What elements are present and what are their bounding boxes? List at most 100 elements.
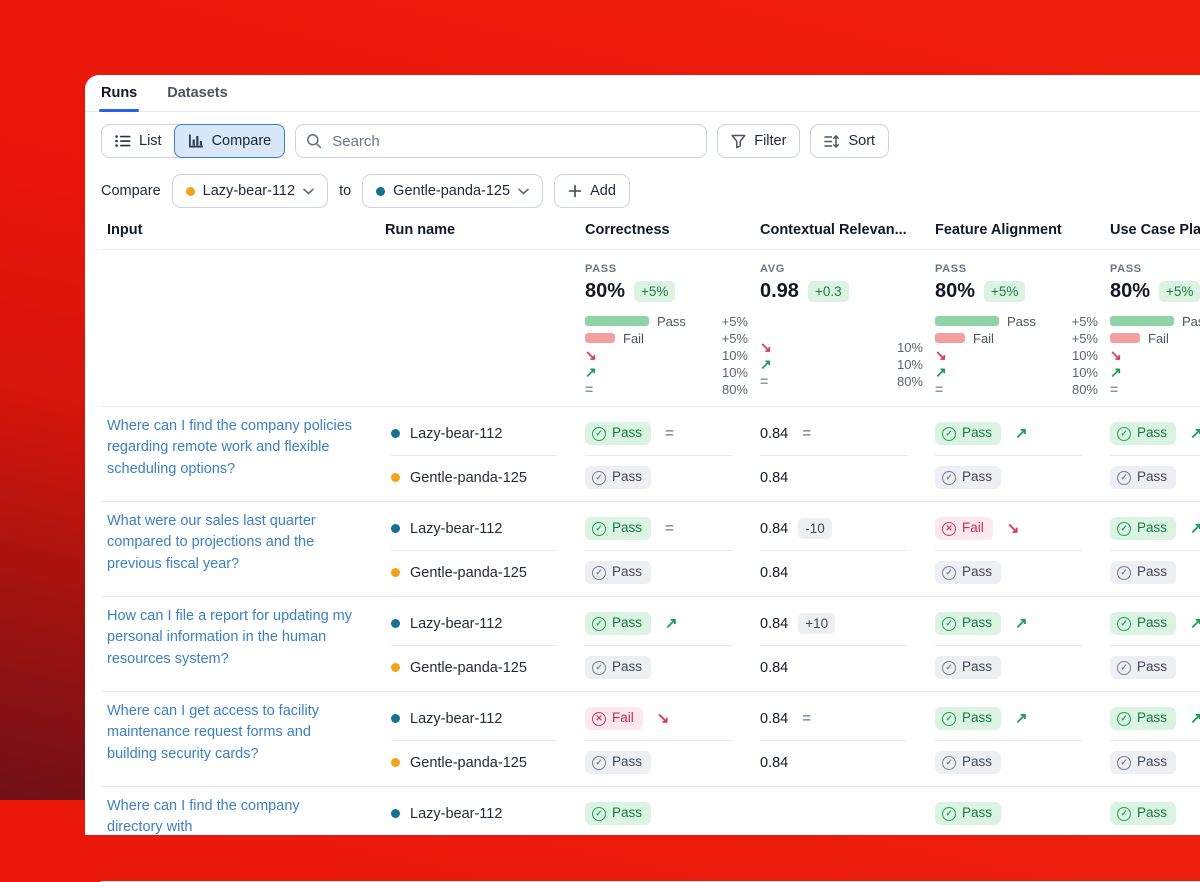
pass-badge: Pass: [935, 707, 1001, 730]
run-name-cell: Lazy-bear-112 Gentle-panda-125: [385, 407, 585, 501]
trend-up-icon: [1190, 711, 1200, 726]
metric-value: 0.98: [760, 280, 799, 303]
pass-badge: Pass: [935, 466, 1001, 489]
check-circle-icon: [1117, 807, 1131, 821]
pass-badge: Pass: [1110, 751, 1176, 774]
compare-view-label: Compare: [212, 133, 272, 149]
pass-badge: Pass: [1110, 612, 1176, 635]
sort-label: Sort: [848, 133, 875, 149]
input-question-link[interactable]: Where can I find the company policies re…: [107, 416, 359, 480]
chevron-down-icon: [303, 188, 314, 195]
trend-up-icon: [1190, 616, 1200, 631]
pass-badge: Pass: [1110, 707, 1176, 730]
summary-feature-alignment: PASS 80% +5% Pass+5% Fail+5% 10% 10% 80%: [935, 263, 1110, 396]
pass-badge: Pass: [935, 802, 1001, 825]
fail-badge: Fail: [585, 707, 643, 730]
check-circle-icon: [1117, 427, 1131, 441]
correctness-cell: Pass Pass: [585, 597, 760, 691]
pass-badge: Pass: [935, 612, 1001, 635]
sort-icon: [824, 134, 840, 149]
pass-badge: Pass: [585, 802, 651, 825]
pass-badge: Pass: [935, 561, 1001, 584]
column-header-run-name: Run name: [385, 222, 585, 238]
metric-delta-badge: +5%: [1159, 281, 1200, 303]
pass-badge: Pass: [585, 612, 651, 635]
tab-runs[interactable]: Runs: [101, 85, 137, 111]
run-color-dot: [391, 809, 400, 818]
column-header-use-case: Use Case Plan: [1110, 222, 1200, 238]
list-view-button[interactable]: List: [102, 125, 175, 157]
pass-badge: Pass: [585, 751, 651, 774]
sort-button[interactable]: Sort: [810, 124, 889, 158]
runs-panel: Runs Datasets List Compare: [85, 75, 1200, 835]
check-circle-icon: [592, 427, 606, 441]
check-circle-icon: [942, 661, 956, 675]
comparison-run-select[interactable]: Gentle-panda-125: [362, 174, 543, 208]
filter-button[interactable]: Filter: [717, 124, 800, 158]
trend-up-icon: [1190, 521, 1200, 536]
metric-label: AVG: [760, 263, 922, 275]
input-question-link[interactable]: Where can I get access to facility maint…: [107, 701, 359, 765]
baseline-run-select[interactable]: Lazy-bear-112: [172, 174, 328, 208]
add-run-button[interactable]: Add: [554, 174, 630, 208]
trend-down-icon: [1007, 521, 1020, 536]
metric-label: PASS: [585, 263, 747, 275]
list-icon: [115, 134, 131, 148]
run-color-dot: [391, 714, 400, 723]
filter-icon: [731, 134, 746, 149]
run-color-dot: [186, 187, 195, 196]
feature-alignment-cell: Pass: [935, 787, 1110, 881]
metric-label: PASS: [1110, 263, 1200, 275]
to-label: to: [339, 183, 351, 199]
fail-badge: Fail: [935, 517, 993, 540]
run-color-dot: [391, 619, 400, 628]
delta-badge: -10: [798, 518, 832, 540]
tab-bar: Runs Datasets: [85, 75, 1200, 112]
equal-icon: [665, 426, 674, 441]
search-input[interactable]: [295, 124, 707, 158]
pass-bar-icon: [935, 316, 999, 326]
pass-badge: Pass: [1110, 561, 1176, 584]
run-color-dot: [376, 187, 385, 196]
pass-badge: Pass: [935, 656, 1001, 679]
metric-delta-badge: +5%: [634, 281, 675, 303]
pass-badge: Pass: [585, 517, 651, 540]
check-circle-icon: [592, 471, 606, 485]
use-case-cell: Pass Pass: [1110, 692, 1200, 786]
check-circle-icon: [1117, 522, 1131, 536]
correctness-cell: Pass Pass: [585, 407, 760, 501]
correctness-cell: Pass Pass: [585, 502, 760, 596]
check-circle-icon: [1117, 566, 1131, 580]
equal-icon: [802, 711, 811, 726]
trend-up-icon: [1190, 426, 1200, 441]
metric-legend: Pass+5% Fail+5% 10% 10% 80%: [935, 314, 1098, 396]
trend-up-icon: [1015, 711, 1028, 726]
run-color-dot: [391, 524, 400, 533]
trend-up-icon: [935, 365, 947, 379]
contextual-relevance-cell: 0.84-10 0.84: [760, 502, 935, 596]
metric-value: 80%: [1110, 280, 1150, 303]
equal-icon: [802, 426, 811, 441]
trend-down-icon: [585, 348, 597, 362]
check-circle-icon: [1117, 661, 1131, 675]
view-toggle: List Compare: [101, 124, 285, 158]
x-circle-icon: [942, 522, 956, 536]
check-circle-icon: [1117, 471, 1131, 485]
check-circle-icon: [942, 566, 956, 580]
run-name-cell: Lazy-bear-112 Gentle-panda-125: [385, 692, 585, 786]
table-row: Where can I find the company directory w…: [101, 787, 1200, 882]
compare-view-button[interactable]: Compare: [174, 124, 286, 158]
use-case-cell: Pass Pass: [1110, 502, 1200, 596]
comparison-run-name: Gentle-panda-125: [393, 183, 510, 199]
table-row: What were our sales last quarter compare…: [101, 502, 1200, 597]
input-question-link[interactable]: Where can I find the company directory w…: [107, 796, 359, 839]
metric-delta-badge: +5%: [984, 281, 1025, 303]
check-circle-icon: [592, 566, 606, 580]
check-circle-icon: [592, 617, 606, 631]
pass-badge: Pass: [1110, 422, 1176, 445]
input-question-link[interactable]: What were our sales last quarter compare…: [107, 511, 359, 575]
input-question-link[interactable]: How can I file a report for updating my …: [107, 606, 359, 670]
compare-label: Compare: [101, 183, 161, 199]
tab-datasets[interactable]: Datasets: [167, 85, 227, 111]
equal-icon: [1110, 382, 1118, 396]
